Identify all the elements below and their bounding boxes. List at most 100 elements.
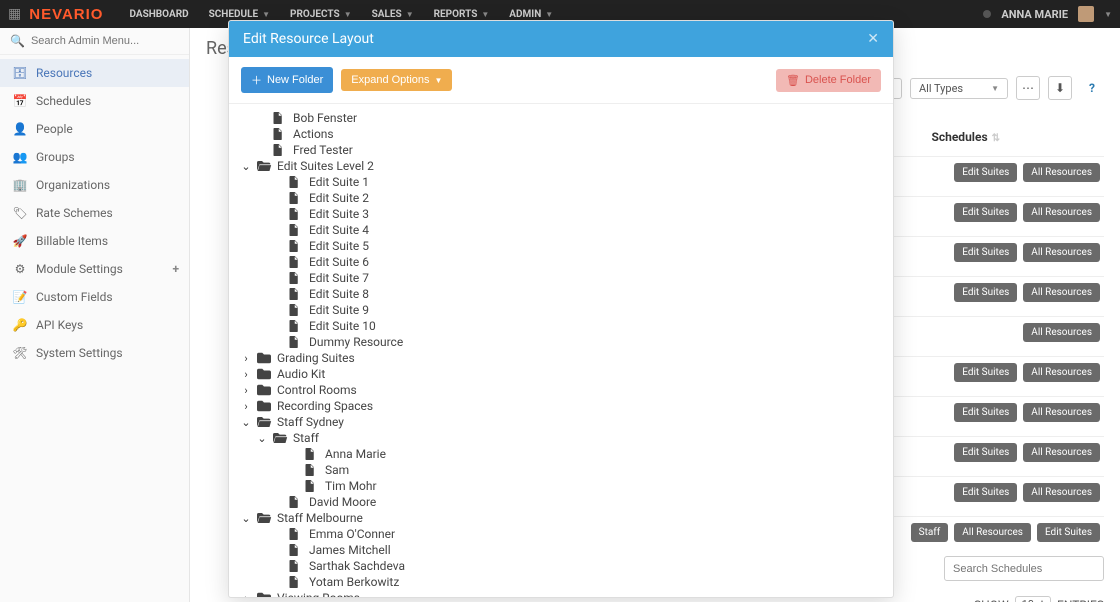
tree-label: Staff Sydney	[277, 415, 344, 429]
file-icon	[289, 336, 299, 348]
file-icon	[289, 176, 299, 188]
tree-item[interactable]: Anna Marie	[241, 446, 881, 462]
file-icon	[289, 240, 299, 252]
file-icon	[289, 288, 299, 300]
tree-folder[interactable]: › Recording Spaces	[241, 398, 881, 414]
tree-item[interactable]: Tim Mohr	[241, 478, 881, 494]
plus-icon: ＋	[251, 72, 262, 88]
folder-icon	[257, 592, 271, 597]
tree-item[interactable]: Actions	[241, 126, 881, 142]
close-icon[interactable]: ✕	[867, 31, 879, 47]
tree-folder[interactable]: › Viewing Rooms	[241, 590, 881, 597]
tree-label: Actions	[293, 127, 334, 141]
tree-label: Edit Suite 10	[309, 319, 376, 333]
file-icon	[289, 528, 299, 540]
chevron-right-icon[interactable]: ›	[241, 592, 251, 598]
folder-open-icon	[257, 512, 272, 524]
tree-label: Emma O'Conner	[309, 527, 395, 541]
tree-folder[interactable]: ⌄ Staff Melbourne	[241, 510, 881, 526]
tree-item[interactable]: Fred Tester	[241, 142, 881, 158]
tree-item[interactable]: Edit Suite 7	[241, 270, 881, 286]
tree-label: Edit Suite 8	[309, 287, 369, 301]
file-icon	[289, 192, 299, 204]
folder-open-icon	[257, 416, 272, 428]
tree-item[interactable]: Edit Suite 2	[241, 190, 881, 206]
tree-label: Audio Kit	[277, 367, 325, 381]
tree-label: Edit Suite 7	[309, 271, 369, 285]
tree-label: Fred Tester	[293, 143, 353, 157]
file-icon	[289, 304, 299, 316]
tree-item[interactable]: Sam	[241, 462, 881, 478]
expand-options-button[interactable]: Expand Options ▼	[341, 69, 452, 91]
edit-resource-layout-modal: Edit Resource Layout ✕ ＋ New Folder Expa…	[228, 20, 894, 598]
tree-item[interactable]: Edit Suite 4	[241, 222, 881, 238]
tree-item[interactable]: Edit Suite 5	[241, 238, 881, 254]
tree-label: Viewing Rooms	[277, 591, 360, 597]
chevron-down-icon[interactable]: ⌄	[241, 160, 251, 173]
tree-item[interactable]: Edit Suite 9	[241, 302, 881, 318]
chevron-down-icon[interactable]: ⌄	[241, 512, 251, 525]
file-icon	[289, 256, 299, 268]
chevron-right-icon[interactable]: ›	[241, 384, 251, 397]
chevron-right-icon[interactable]: ›	[241, 368, 251, 381]
modal-header: Edit Resource Layout ✕	[229, 21, 893, 57]
chevron-down-icon[interactable]: ⌄	[241, 416, 251, 429]
tree-folder[interactable]: › Grading Suites	[241, 350, 881, 366]
tree-item[interactable]: Dummy Resource	[241, 334, 881, 350]
tree-item[interactable]: David Moore	[241, 494, 881, 510]
tree-label: Staff Melbourne	[277, 511, 363, 525]
tree-label: Edit Suite 6	[309, 255, 369, 269]
tree-folder[interactable]: ⌄Staff	[241, 430, 881, 446]
new-folder-button[interactable]: ＋ New Folder	[241, 67, 333, 93]
tree-folder[interactable]: › Audio Kit	[241, 366, 881, 382]
tree-item[interactable]: Edit Suite 3	[241, 206, 881, 222]
tree-label: Tim Mohr	[325, 479, 377, 493]
tree-label: David Moore	[309, 495, 376, 509]
trash-icon: 🗑	[786, 74, 800, 87]
tree-item[interactable]: Edit Suite 8	[241, 286, 881, 302]
folder-icon	[257, 400, 271, 412]
tree-label: Dummy Resource	[309, 335, 403, 349]
tree-item[interactable]: Edit Suite 6	[241, 254, 881, 270]
file-icon	[305, 448, 315, 460]
folder-icon	[257, 384, 271, 396]
tree-label: Yotam Berkowitz	[309, 575, 399, 589]
tree-label: Bob Fenster	[293, 111, 357, 125]
file-icon	[305, 464, 315, 476]
tree-label: Edit Suites Level 2	[277, 159, 374, 173]
folder-icon	[257, 352, 271, 364]
file-icon	[305, 480, 315, 492]
delete-folder-button[interactable]: 🗑 Delete Folder	[776, 69, 881, 92]
tree-item[interactable]: Emma O'Conner	[241, 526, 881, 542]
tree-label: Grading Suites	[277, 351, 355, 365]
tree-label: Edit Suite 2	[309, 191, 369, 205]
tree-item[interactable]: Edit Suite 1	[241, 174, 881, 190]
file-icon	[273, 128, 283, 140]
tree-item[interactable]: Bob Fenster	[241, 110, 881, 126]
tree-label: Sam	[325, 463, 349, 477]
tree-label: Anna Marie	[325, 447, 386, 461]
file-icon	[289, 576, 299, 588]
tree-item[interactable]: Edit Suite 10	[241, 318, 881, 334]
tree-label: Recording Spaces	[277, 399, 373, 413]
tree-label: Edit Suite 5	[309, 239, 369, 253]
tree-folder[interactable]: ⌄ Edit Suites Level 2	[241, 158, 881, 174]
modal-toolbar: ＋ New Folder Expand Options ▼ 🗑 Delete F…	[229, 57, 893, 104]
chevron-right-icon[interactable]: ›	[241, 352, 251, 365]
tree-item[interactable]: James Mitchell	[241, 542, 881, 558]
chevron-right-icon[interactable]: ›	[241, 400, 251, 413]
tree-folder[interactable]: ›Control Rooms	[241, 382, 881, 398]
file-icon	[289, 496, 299, 508]
tree-folder[interactable]: ⌄ Staff Sydney	[241, 414, 881, 430]
tree-label: Edit Suite 1	[309, 175, 369, 189]
tree-item[interactable]: Yotam Berkowitz	[241, 574, 881, 590]
file-icon	[289, 224, 299, 236]
file-icon	[289, 560, 299, 572]
tree-label: Edit Suite 4	[309, 223, 369, 237]
tree-item[interactable]: Sarthak Sachdeva	[241, 558, 881, 574]
resource-tree[interactable]: Bob Fenster Actions Fred Tester ⌄ Edit Suite…	[229, 104, 893, 597]
file-icon	[273, 144, 283, 156]
tree-label: Edit Suite 3	[309, 207, 369, 221]
chevron-down-icon[interactable]: ⌄	[257, 432, 267, 445]
tree-label: James Mitchell	[309, 543, 391, 557]
